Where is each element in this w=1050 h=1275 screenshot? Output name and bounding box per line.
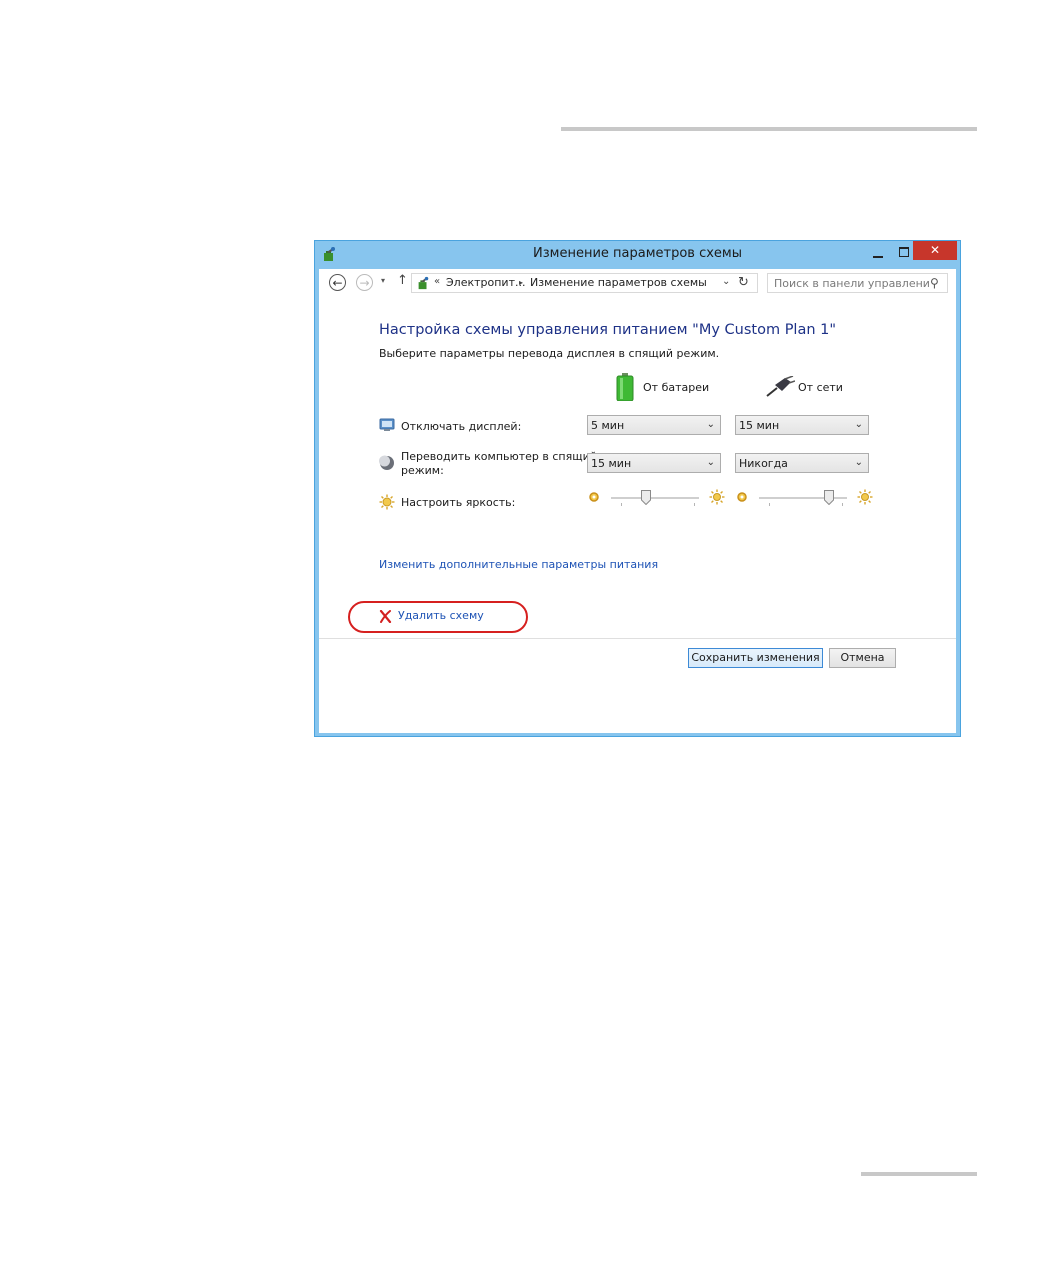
display-off-battery-value: 5 мин	[591, 419, 625, 432]
recent-locations-button[interactable]: ▾	[381, 276, 385, 285]
chevron-down-icon: ⌄	[854, 419, 863, 430]
slider-track[interactable]	[611, 497, 699, 499]
sleep-label-line2: режим:	[401, 464, 444, 477]
search-input[interactable]	[768, 274, 929, 292]
chevron-down-icon: ⌄	[706, 419, 715, 430]
page-rule-bottom	[861, 1172, 977, 1176]
search-box[interactable]: ⚲	[767, 273, 948, 293]
delete-plan-link[interactable]: Удалить схему	[398, 609, 484, 622]
brightness-low-icon	[589, 492, 599, 502]
breadcrumb-edit-plan[interactable]: Изменение параметров схемы	[530, 276, 707, 289]
breadcrumb-overflow-icon[interactable]: «	[434, 276, 440, 287]
display-off-battery-select[interactable]: 5 мин ⌄	[587, 415, 721, 435]
title-bar[interactable]: Изменение параметров схемы ✕	[315, 241, 960, 268]
page-rule-top	[561, 127, 977, 131]
power-plan-window: Изменение параметров схемы ✕ ← → ▾ ↑ « Э…	[314, 240, 961, 737]
sleep-battery-value: 15 мин	[591, 457, 632, 470]
brightness-low-icon	[737, 492, 747, 502]
brightness-high-icon	[857, 489, 873, 505]
power-options-icon	[418, 276, 429, 290]
slider-thumb[interactable]	[641, 490, 652, 505]
close-icon: ✕	[929, 243, 941, 257]
display-off-plugged-value: 15 мин	[739, 419, 780, 432]
page-description: Выберите параметры перевода дисплея в сп…	[379, 347, 720, 360]
window-title: Изменение параметров схемы	[533, 246, 742, 261]
maximize-button[interactable]	[893, 243, 915, 261]
navigation-bar: ← → ▾ ↑ « Электропит... ▸ Изменение пара…	[319, 269, 956, 299]
address-dropdown-icon[interactable]: ⌄	[722, 276, 730, 287]
delete-x-icon[interactable]	[379, 610, 392, 623]
search-icon[interactable]: ⚲	[930, 276, 939, 290]
refresh-icon[interactable]: ↻	[738, 275, 749, 290]
arrow-left-icon: ←	[332, 276, 343, 290]
cancel-button[interactable]: Отмена	[829, 648, 896, 668]
sleep-plugged-select[interactable]: Никогда ⌄	[735, 453, 869, 473]
display-off-plugged-select[interactable]: 15 мин ⌄	[735, 415, 869, 435]
chevron-down-icon: ⌄	[706, 457, 715, 468]
breadcrumb-power-options[interactable]: Электропит...	[446, 276, 525, 289]
back-button[interactable]: ←	[329, 274, 346, 291]
footer-divider	[319, 638, 956, 639]
sleep-label: Переводить компьютер в спящий режим:	[401, 450, 597, 478]
close-button[interactable]: ✕	[913, 241, 957, 260]
column-header-battery: От батареи	[643, 381, 710, 394]
brightness-high-icon	[709, 489, 725, 505]
power-plug-icon	[766, 376, 795, 397]
display-off-label: Отключать дисплей:	[401, 420, 522, 433]
slider-thumb[interactable]	[824, 490, 835, 505]
sleep-moon-icon	[379, 455, 394, 470]
page-title: Настройка схемы управления питанием "My …	[379, 322, 837, 338]
brightness-plugged-slider[interactable]	[737, 489, 877, 509]
chevron-down-icon: ⌄	[854, 457, 863, 468]
brightness-battery-slider[interactable]	[589, 489, 729, 509]
column-header-plugged-in: От сети	[798, 381, 843, 394]
arrow-up-icon: ↑	[397, 273, 408, 288]
slider-tick	[769, 503, 770, 506]
slider-tick	[842, 503, 843, 506]
slider-tick	[621, 503, 622, 506]
up-button[interactable]: ↑	[397, 273, 408, 288]
save-changes-button[interactable]: Сохранить изменения	[688, 648, 823, 668]
breadcrumb-separator-icon[interactable]: ▸	[519, 278, 523, 287]
slider-tick	[694, 503, 695, 506]
sleep-plugged-value: Никогда	[739, 457, 788, 470]
address-bar[interactable]: « Электропит... ▸ Изменение параметров с…	[411, 273, 758, 293]
minimize-button[interactable]	[867, 243, 889, 261]
forward-button[interactable]: →	[356, 274, 373, 291]
brightness-sun-icon	[379, 494, 395, 510]
sleep-label-line1: Переводить компьютер в спящий	[401, 450, 597, 463]
brightness-label: Настроить яркость:	[401, 496, 516, 509]
display-icon	[379, 418, 395, 431]
chevron-down-icon: ▾	[381, 276, 386, 285]
window-client-area: ← → ▾ ↑ « Электропит... ▸ Изменение пара…	[319, 269, 956, 733]
advanced-settings-link[interactable]: Изменить дополнительные параметры питани…	[379, 558, 658, 571]
arrow-right-icon: →	[359, 276, 370, 290]
sleep-battery-select[interactable]: 15 мин ⌄	[587, 453, 721, 473]
battery-icon	[616, 373, 634, 401]
